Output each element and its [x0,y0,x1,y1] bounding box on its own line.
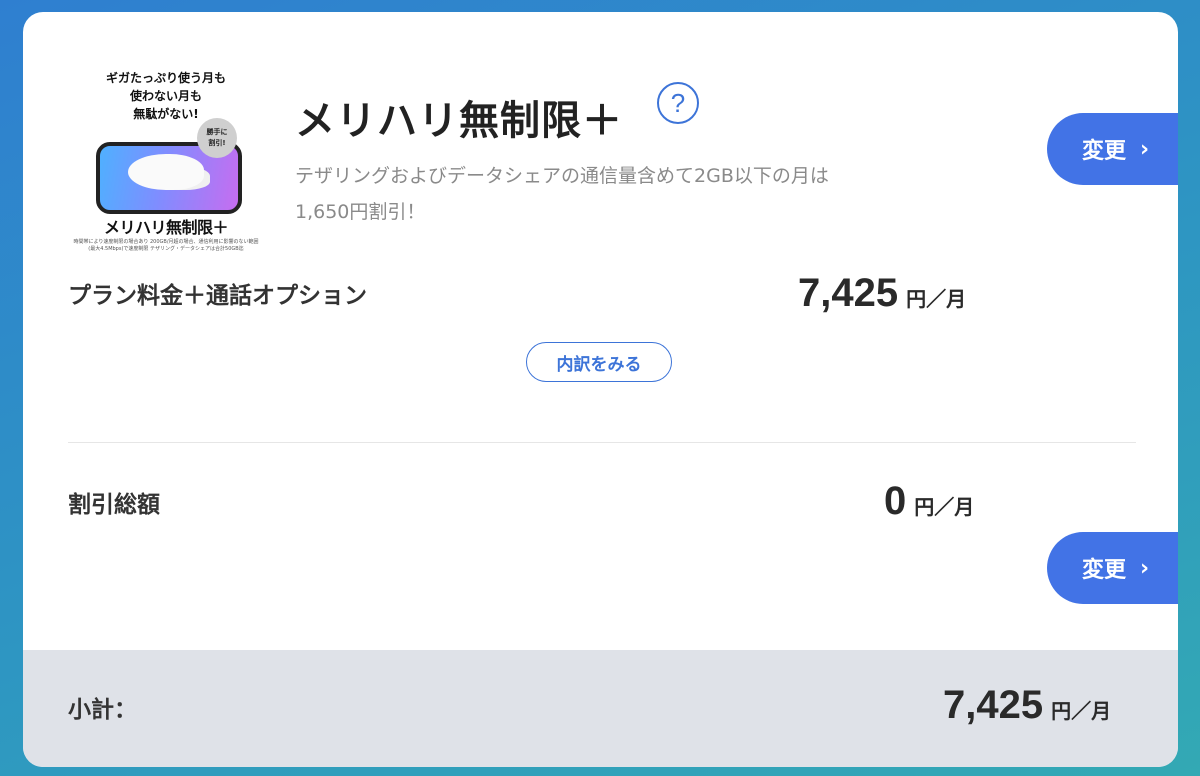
discount-total-unit: 円／月 [914,495,975,519]
chevron-right-icon: › [1139,555,1150,581]
chevron-right-icon: › [1139,136,1150,162]
subtotal-unit: 円／月 [1051,699,1112,723]
subtotal-label: 小計： [68,697,137,723]
change-plan-label: 変更 [1081,139,1126,164]
promo-discount-badge: 勝手に 割引! [197,118,237,158]
subtotal-value: 7,425 [943,683,1044,727]
plan-fee-label: プラン料金＋通話オプション [68,283,367,309]
plan-description: テザリングおよびデータシェアの通信量含めて2GB以下の月は 1,650円割引！ [295,165,829,223]
plan-fee-unit: 円／月 [906,287,967,311]
promo-tagline: ギガたっぷり使う月も 使わない月も 無駄がない! [105,71,226,121]
promo-plan-name: メリハリ無制限＋ [103,218,229,237]
change-discount-label: 変更 [1081,558,1126,583]
change-discount-button[interactable]: 変更 › [1047,532,1178,604]
discount-total-amount: 0 円／月 [884,479,974,524]
dog-illustration [128,154,204,190]
plan-promo-image: ギガたっぷり使う月も 使わない月も 無駄がない! 勝手に 割引! メリハリ無制限… [71,64,261,254]
promo-fine-print: 時間帯により速度制限の場合あり 200GB/月超の場合、通信利用に影響のない範囲… [73,239,259,252]
question-circle-icon[interactable]: ? [657,82,699,124]
plan-title: メリハリ無制限＋ [295,98,623,144]
discount-total-value: 0 [884,479,907,523]
plan-summary-card: ギガたっぷり使う月も 使わない月も 無駄がない! 勝手に 割引! メリハリ無制限… [23,12,1178,767]
plan-fee-value: 7,425 [798,271,899,315]
section-divider [68,442,1136,443]
change-plan-button[interactable]: 変更 › [1047,113,1178,185]
plan-fee-amount: 7,425 円／月 [798,271,966,316]
subtotal-amount: 7,425 円／月 [943,683,1111,728]
view-breakdown-button[interactable]: 内訳をみる [526,342,672,382]
subtotal-bar: 小計： 7,425 円／月 [23,650,1178,767]
discount-total-label: 割引総額 [68,492,160,518]
